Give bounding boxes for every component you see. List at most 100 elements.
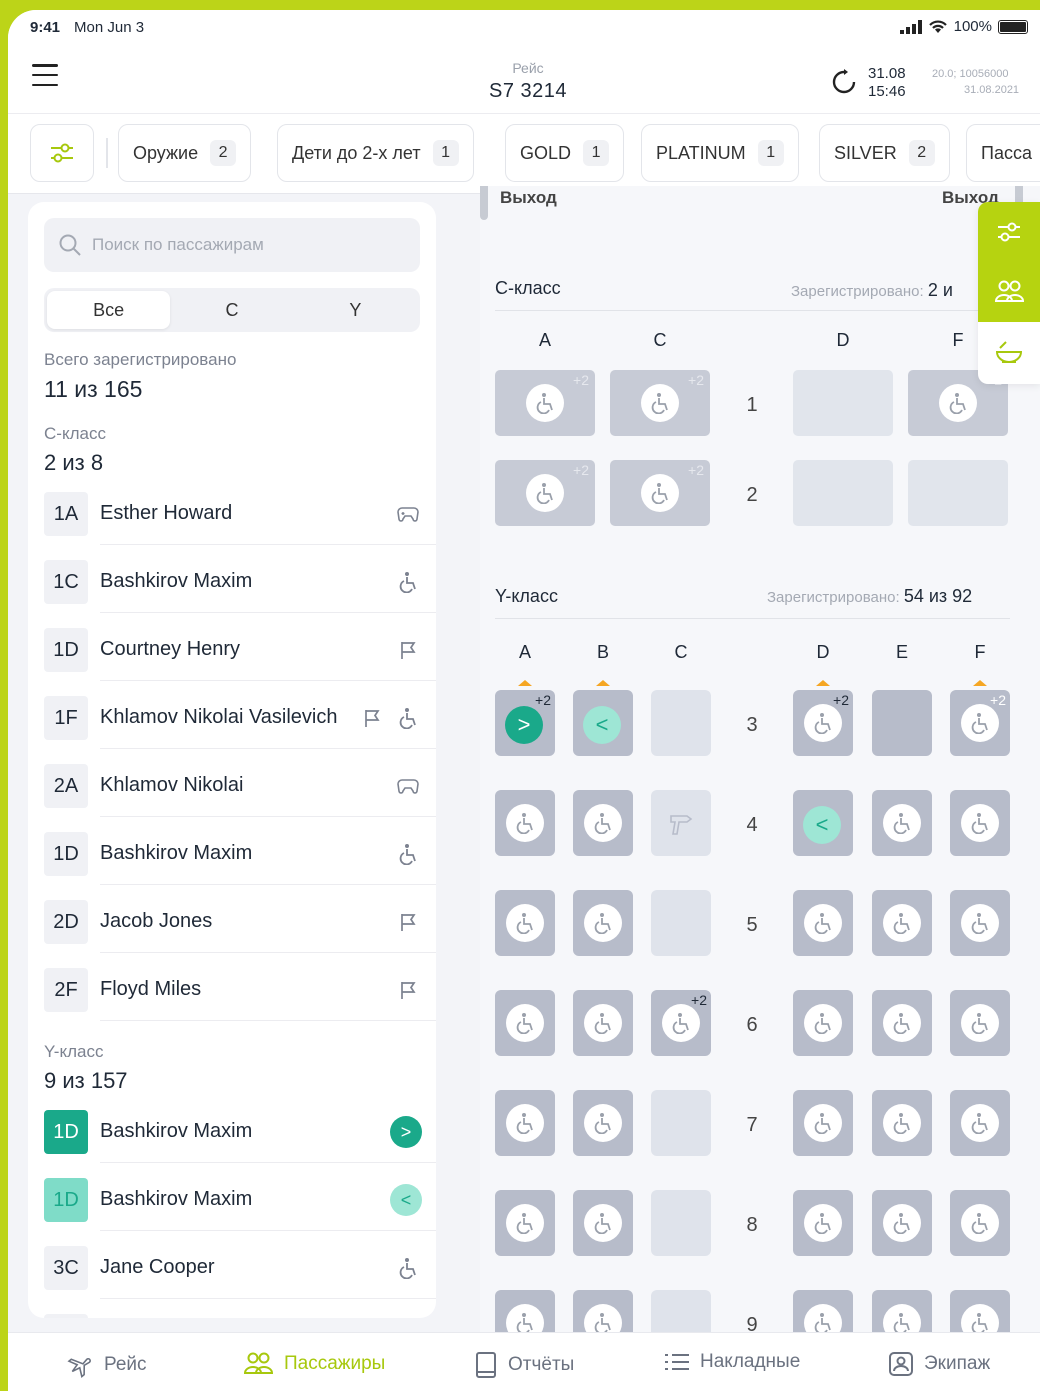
column-header-d: D: [816, 642, 830, 662]
passenger-row[interactable]: [44, 1310, 436, 1318]
tab-crew[interactable]: Экипаж: [888, 1351, 990, 1377]
seat-8a[interactable]: [495, 1190, 555, 1256]
seat-6f[interactable]: [950, 990, 1010, 1056]
tab-passengers[interactable]: Пассажиры: [242, 1351, 385, 1377]
seat-marker: [816, 680, 830, 686]
wheelchair-icon: [506, 1104, 544, 1142]
status-date: Mon Jun 3: [74, 19, 145, 36]
seat-6d[interactable]: [793, 990, 853, 1056]
seat-1a[interactable]: +2: [495, 370, 595, 436]
seat-7d[interactable]: [793, 1090, 853, 1156]
seat-3a[interactable]: > +2: [495, 690, 555, 756]
sync-icon[interactable]: [830, 68, 858, 96]
transfer-out-icon: >: [390, 1116, 422, 1148]
passenger-name: Floyd Miles: [100, 978, 202, 1000]
group-badge: +2: [573, 462, 589, 478]
seat-7c[interactable]: [651, 1090, 711, 1156]
filter-bar: Оружие 2 Дети до 2-х лет 1 GOLD 1 PLATINUM 1…: [8, 114, 1040, 194]
seat-8d[interactable]: [793, 1190, 853, 1256]
seat-2a[interactable]: +2: [495, 460, 595, 526]
wheelchair-icon: [506, 804, 544, 842]
chip-silver[interactable]: SILVER 2: [819, 124, 950, 182]
seat-3c[interactable]: [651, 690, 711, 756]
seat-6b[interactable]: [573, 990, 633, 1056]
passenger-row[interactable]: 2A Khlamov Nikolai: [44, 760, 436, 828]
chip-passengers[interactable]: Пасса: [966, 124, 1040, 182]
seat-4f[interactable]: [950, 790, 1010, 856]
seat-4c[interactable]: [651, 790, 711, 856]
search-icon: [59, 234, 81, 256]
seat-3f[interactable]: +2: [950, 690, 1010, 756]
filter-settings-button[interactable]: [30, 124, 94, 182]
group-badge: +2: [688, 372, 704, 388]
wheelchair-icon: [804, 704, 842, 742]
seat-1d[interactable]: [793, 370, 893, 436]
exit-marker-left: [480, 186, 488, 220]
passenger-row[interactable]: 1D Courtney Henry: [44, 624, 436, 692]
passenger-row[interactable]: 1A Esther Howard: [44, 488, 436, 556]
seat-5d[interactable]: [793, 890, 853, 956]
seat-8b[interactable]: [573, 1190, 633, 1256]
chip-weapons[interactable]: Оружие 2: [118, 124, 252, 182]
seat-2c[interactable]: +2: [610, 460, 710, 526]
wheelchair-icon: [961, 1204, 999, 1242]
group-badge: +2: [535, 692, 551, 708]
segment-c[interactable]: C: [170, 291, 293, 329]
seat-8f[interactable]: [950, 1190, 1010, 1256]
seat-3d[interactable]: +2: [793, 690, 853, 756]
passenger-row[interactable]: 1C Bashkirov Maxim: [44, 556, 436, 624]
passenger-row[interactable]: 1D Bashkirov Maxim: [44, 828, 436, 896]
seat-number: 3C: [44, 1246, 88, 1290]
passenger-row[interactable]: 1D Bashkirov Maxim >: [44, 1106, 436, 1174]
seat-6c[interactable]: +2: [651, 990, 711, 1056]
filter-divider: [106, 138, 108, 168]
seat-4e[interactable]: [872, 790, 932, 856]
map-passengers-button[interactable]: [978, 262, 1040, 322]
map-meal-button[interactable]: [978, 322, 1040, 382]
tab-reports[interactable]: Отчёты: [474, 1351, 574, 1379]
seat-3e[interactable]: [872, 690, 932, 756]
segment-all[interactable]: Все: [47, 291, 171, 329]
tab-flight[interactable]: Рейс: [66, 1351, 147, 1379]
passenger-row[interactable]: 1D Bashkirov Maxim <: [44, 1174, 436, 1242]
seat-6e[interactable]: [872, 990, 932, 1056]
seat-5c[interactable]: [651, 890, 711, 956]
passenger-row[interactable]: 2F Floyd Miles: [44, 964, 436, 1032]
seat-8c[interactable]: [651, 1190, 711, 1256]
seat-7a[interactable]: [495, 1090, 555, 1156]
chip-platinum[interactable]: PLATINUM 1: [641, 124, 799, 182]
wheelchair-icon: [961, 904, 999, 942]
seat-5b[interactable]: [573, 890, 633, 956]
seat-5f[interactable]: [950, 890, 1010, 956]
seat-4a[interactable]: [495, 790, 555, 856]
seat-number: 1D: [44, 628, 88, 672]
segment-y[interactable]: Y: [294, 291, 417, 329]
seat-7e[interactable]: [872, 1090, 932, 1156]
y-class-label: Y-класс: [44, 1042, 104, 1061]
chip-infants[interactable]: Дети до 2-х лет 1: [277, 124, 474, 182]
seat-4b[interactable]: [573, 790, 633, 856]
seat-8e[interactable]: [872, 1190, 932, 1256]
seat-7f[interactable]: [950, 1090, 1010, 1156]
seat-marker: [518, 680, 532, 686]
seat-2d[interactable]: [793, 460, 893, 526]
passenger-row[interactable]: 3C Jane Cooper: [44, 1242, 436, 1310]
seat-4d[interactable]: <: [793, 790, 853, 856]
seat-5e[interactable]: [872, 890, 932, 956]
search-input[interactable]: [92, 218, 412, 272]
seat-5a[interactable]: [495, 890, 555, 956]
map-filter-button[interactable]: [978, 202, 1040, 262]
tab-waybills[interactable]: Накладные: [664, 1351, 800, 1373]
passenger-search: [44, 218, 420, 272]
seat-2f[interactable]: [908, 460, 1008, 526]
seat-1c[interactable]: +2: [610, 370, 710, 436]
seat-7b[interactable]: [573, 1090, 633, 1156]
passenger-row[interactable]: 1F Khlamov Nikolai Vasilevich: [44, 692, 436, 760]
column-header-a: A: [518, 642, 531, 662]
seat-3b[interactable]: <: [573, 690, 633, 756]
tab-label: Накладные: [700, 1351, 801, 1372]
passenger-row[interactable]: 2D Jacob Jones: [44, 896, 436, 964]
chip-gold[interactable]: GOLD 1: [505, 124, 625, 182]
seat-6a[interactable]: [495, 990, 555, 1056]
gamepad-icon: [396, 774, 420, 798]
